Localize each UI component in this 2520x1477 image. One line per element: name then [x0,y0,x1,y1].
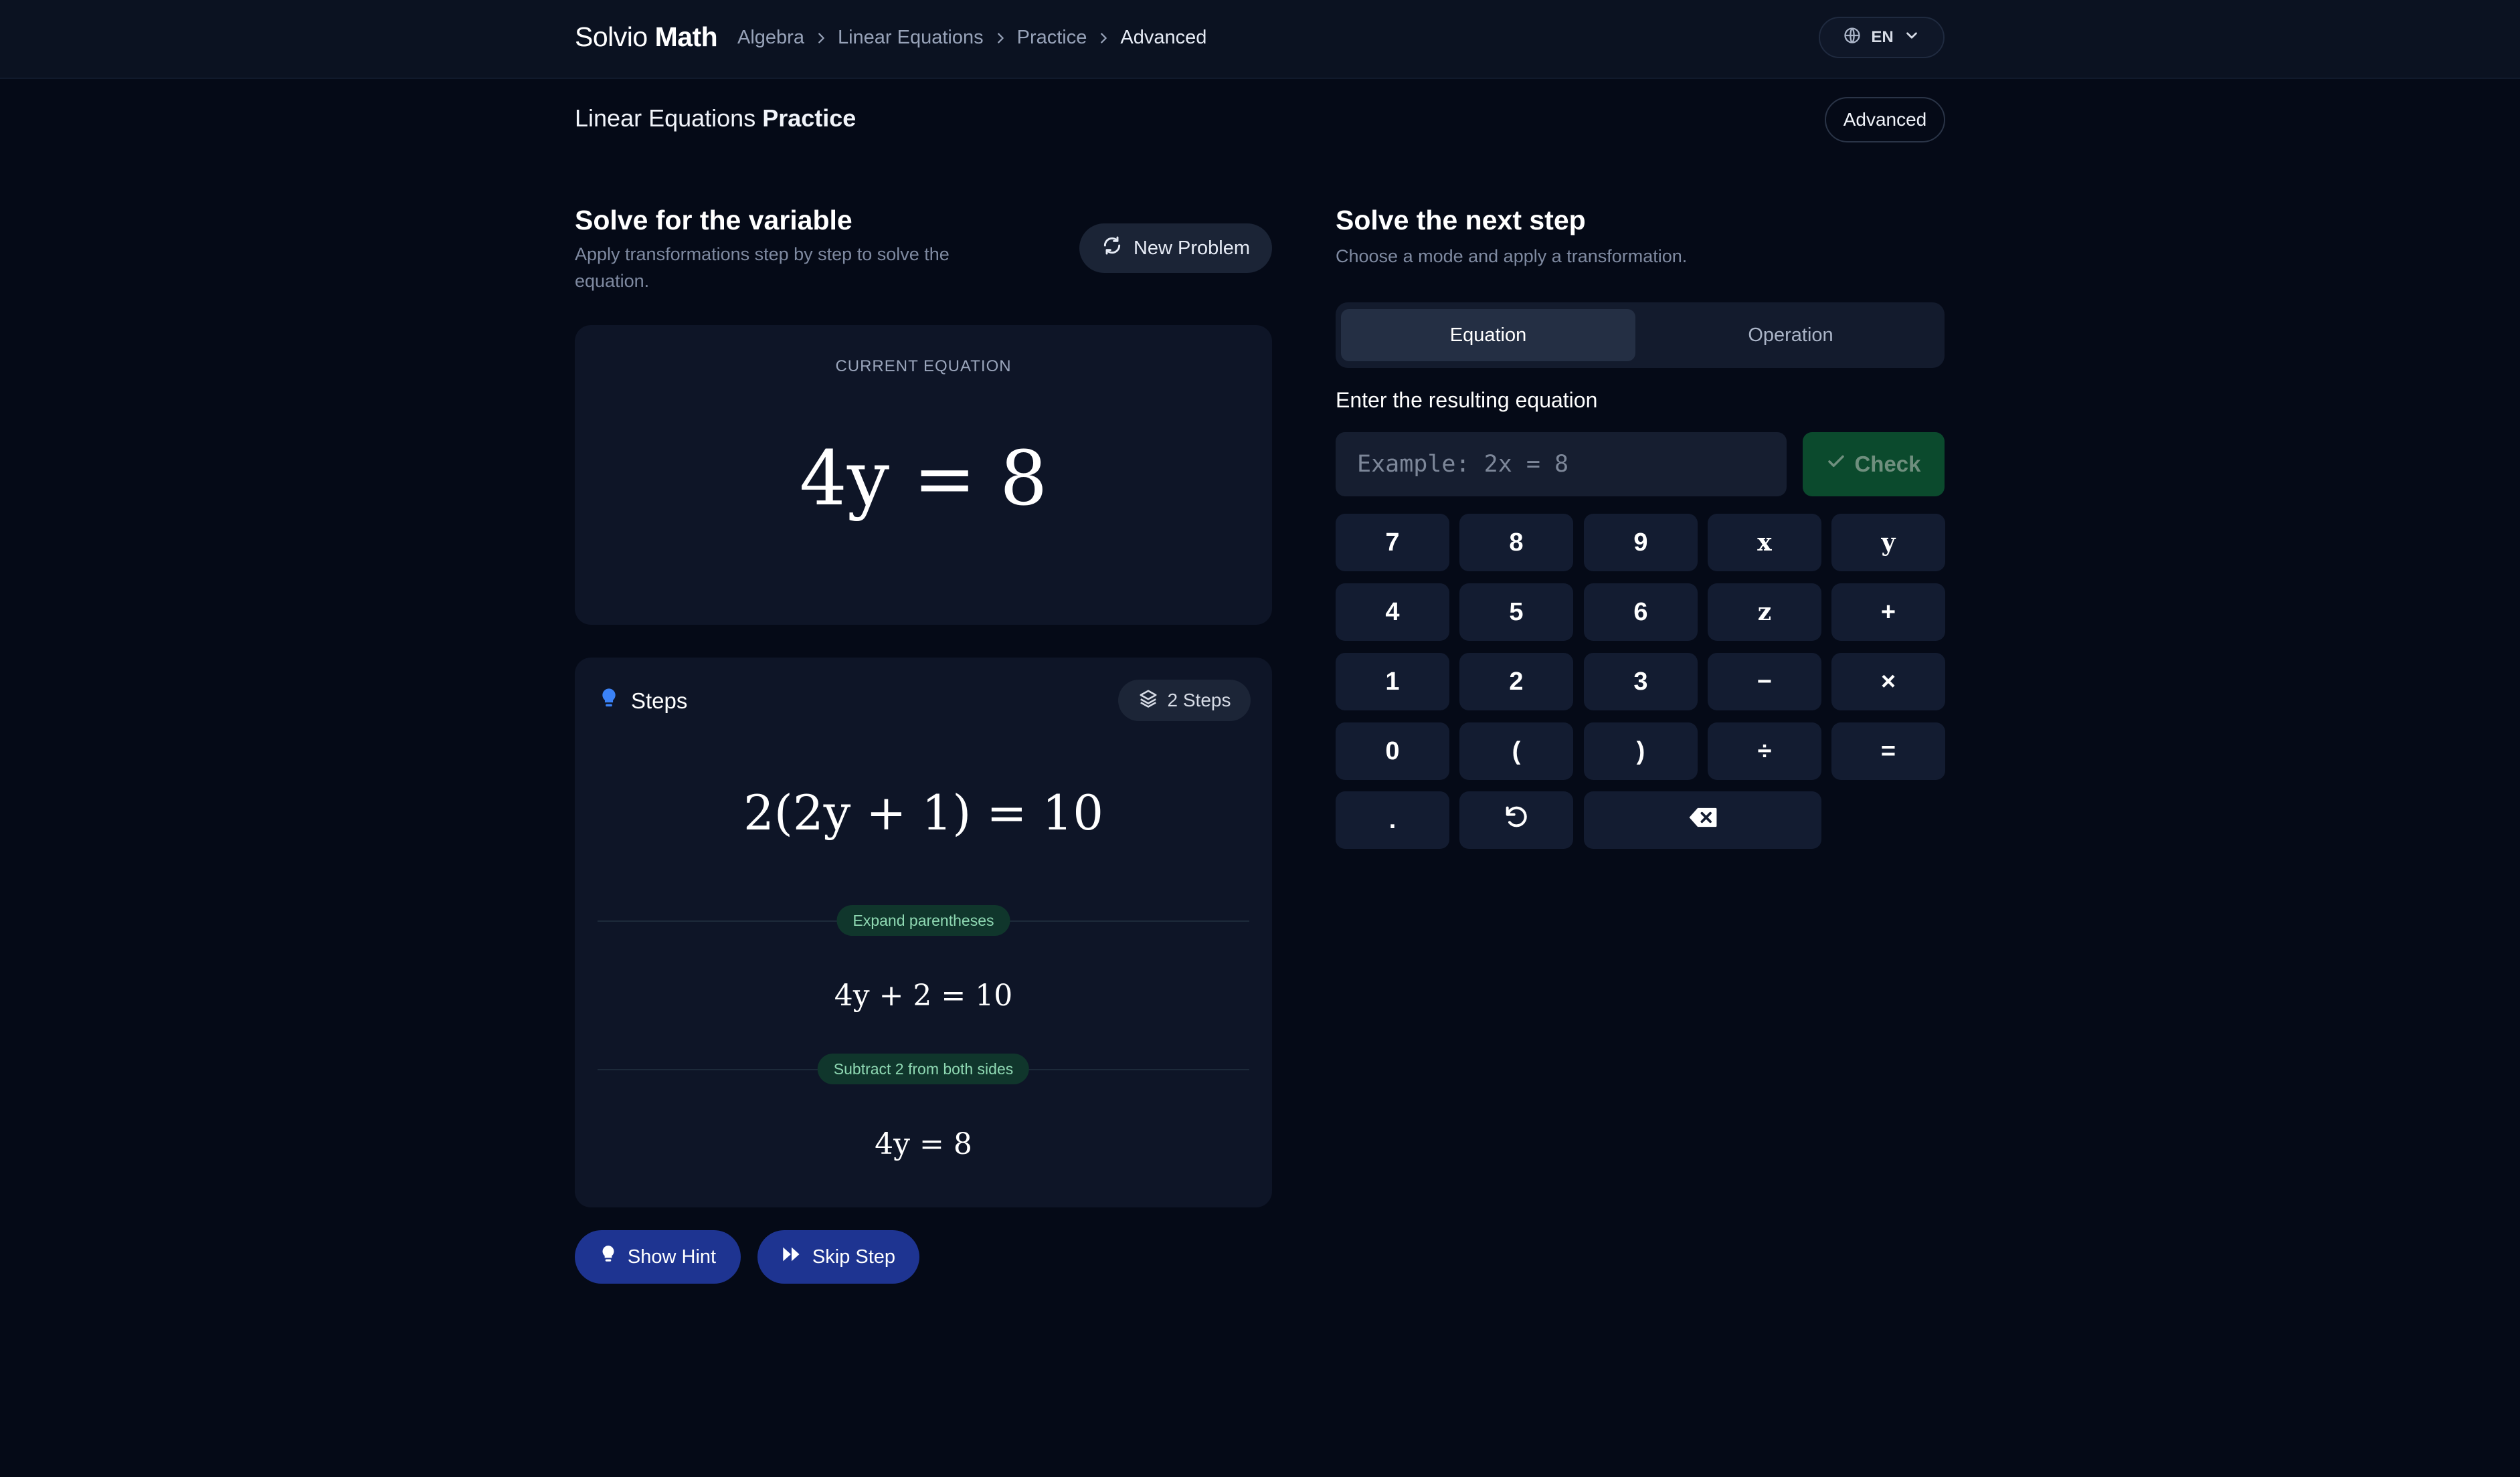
page-title: Linear Equations Practice [575,104,856,132]
breadcrumb-item-algebra[interactable]: Algebra [737,27,804,49]
step-transformation-badge: Expand parentheses [836,905,1010,936]
undo-button[interactable] [1459,791,1573,849]
globe-icon [1843,26,1862,50]
key-minus[interactable]: − [1708,653,1821,710]
breadcrumb-item-advanced: Advanced [1120,27,1207,48]
undo-icon [1503,803,1530,837]
lightbulb-icon [600,1244,617,1270]
key-5[interactable]: 5 [1459,583,1573,641]
breadcrumb-item-linear-equations[interactable]: Linear Equations [838,27,984,49]
current-equation-card: CURRENT EQUATION 4y = 8 [575,325,1272,625]
page-title-light: Linear Equations [575,104,756,132]
current-equation: 4y = 8 [799,435,1048,522]
steps-card: Steps 2 Steps 2(2y + 1) = 10 Expand pare… [575,658,1272,1207]
page-title-bold: Practice [762,104,857,132]
key-close-paren[interactable]: ) [1584,722,1698,780]
chevron-right-icon [1087,27,1120,49]
key-2[interactable]: 2 [1459,653,1573,710]
key-7[interactable]: 7 [1336,514,1449,571]
backspace-button[interactable] [1584,791,1821,849]
check-button[interactable]: Check [1803,432,1945,496]
key-6[interactable]: 6 [1584,583,1698,641]
key-open-paren[interactable]: ( [1459,722,1573,780]
step-result: 4y = 8 [875,1127,972,1161]
show-hint-label: Show Hint [627,1246,717,1268]
checkmark-icon [1826,452,1846,477]
steps-count-label: 2 Steps [1167,690,1231,710]
language-selector[interactable]: EN [1819,17,1945,58]
chevron-right-icon [804,27,838,49]
layers-icon [1138,688,1158,713]
refresh-icon [1101,235,1123,262]
equation-input[interactable] [1336,432,1787,496]
key-multiply[interactable]: × [1831,653,1945,710]
right-subheading: Choose a mode and apply a transformation… [1336,246,1688,266]
mode-toggle: Equation Operation [1336,302,1945,368]
steps-title: Steps [631,688,688,713]
difficulty-badge: Advanced [1825,97,1945,142]
tab-operation[interactable]: Operation [1643,309,1938,361]
skip-step-button[interactable]: Skip Step [757,1230,919,1284]
breadcrumb-item-practice[interactable]: Practice [1017,27,1087,49]
steps-count-badge: 2 Steps [1118,680,1251,721]
fast-forward-icon [782,1246,802,1268]
key-equals[interactable]: = [1831,722,1945,780]
brand-logo[interactable]: Solvio Math [575,21,718,53]
breadcrumb: Algebra Linear Equations Practice Advanc… [737,27,1206,49]
key-8[interactable]: 8 [1459,514,1573,571]
right-heading: Solve the next step [1336,205,1586,235]
key-y[interactable]: y [1831,514,1945,571]
key-divide[interactable]: ÷ [1708,722,1821,780]
key-z[interactable]: z [1708,583,1821,641]
key-x[interactable]: x [1708,514,1821,571]
step-transformation-badge: Subtract 2 from both sides [817,1054,1030,1084]
new-problem-label: New Problem [1133,237,1251,259]
steps-header: Steps [599,687,687,715]
key-4[interactable]: 4 [1336,583,1449,641]
key-1[interactable]: 1 [1336,653,1449,710]
language-code: EN [1871,28,1894,46]
left-subheading: Apply transformations step by step to so… [575,244,950,291]
original-equation: 2(2y + 1) = 10 [743,785,1104,841]
current-equation-label: CURRENT EQUATION [835,357,1012,375]
new-problem-button[interactable]: New Problem [1079,223,1272,273]
brand-name-bold: Math [654,21,718,52]
key-decimal[interactable]: . [1336,791,1449,849]
brand-name-light: Solvio [575,21,648,52]
tab-equation[interactable]: Equation [1341,309,1635,361]
key-3[interactable]: 3 [1584,653,1698,710]
key-9[interactable]: 9 [1584,514,1698,571]
step-result: 4y + 2 = 10 [834,979,1013,1013]
check-label: Check [1854,452,1921,476]
left-heading: Solve for the variable [575,205,852,235]
skip-step-label: Skip Step [812,1246,896,1268]
key-plus[interactable]: + [1831,583,1945,641]
show-hint-button[interactable]: Show Hint [575,1230,741,1284]
chevron-down-icon [1903,27,1920,49]
backspace-icon [1688,806,1718,835]
lightbulb-icon [599,687,619,715]
input-label: Enter the resulting equation [1336,388,1598,412]
key-0[interactable]: 0 [1336,722,1449,780]
chevron-right-icon [984,27,1017,49]
top-navbar: Solvio Math Algebra Linear Equations Pra… [0,0,2520,79]
